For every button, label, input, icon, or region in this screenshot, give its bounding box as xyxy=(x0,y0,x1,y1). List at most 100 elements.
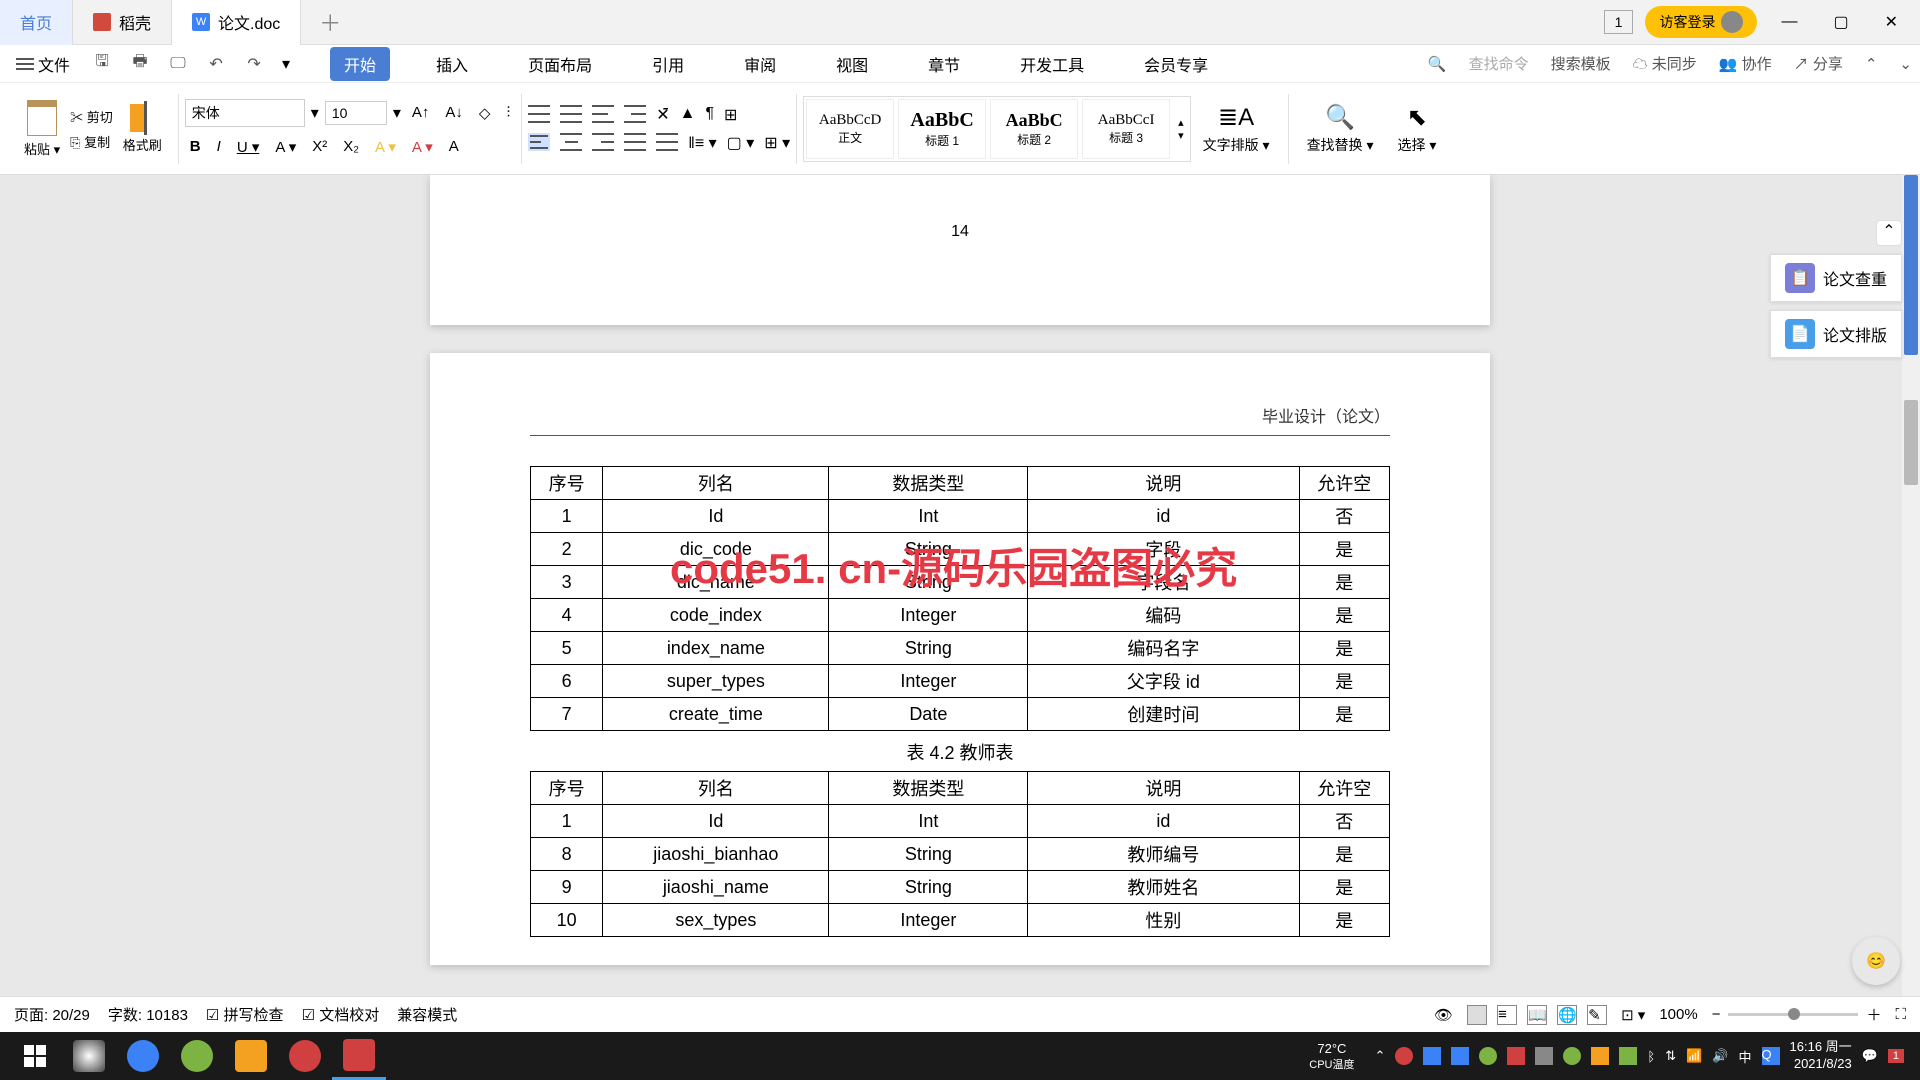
marker-button[interactable]: ▲ xyxy=(680,105,696,125)
cut-button[interactable]: ✂ 剪切 xyxy=(70,107,113,126)
search-command[interactable]: 查找命令 xyxy=(1469,53,1529,74)
align-left-button[interactable] xyxy=(528,133,550,151)
panel-collapse-button[interactable]: ⌃ xyxy=(1876,220,1902,246)
font-color-button[interactable]: A ▾ xyxy=(407,135,438,159)
select-button[interactable]: ⬉ 选择 ▾ xyxy=(1385,103,1448,155)
paragraph-mark-button[interactable]: ¶ xyxy=(705,105,714,125)
format-dropdown[interactable]: ⫶ xyxy=(501,101,515,124)
sync-button[interactable]: ☁ 未同步 xyxy=(1633,53,1697,74)
paste-button[interactable]: 粘贴 ▾ xyxy=(24,100,60,158)
bluetooth-icon[interactable]: ᛒ xyxy=(1647,1049,1655,1064)
tray-icon-6[interactable] xyxy=(1535,1047,1553,1065)
decrease-indent-button[interactable] xyxy=(592,105,614,123)
eye-icon[interactable]: 👁 xyxy=(1434,1006,1453,1024)
tray-icon-4[interactable] xyxy=(1479,1047,1497,1065)
table-2[interactable]: 序号 列名 数据类型 说明 允许空 1IdIntid否 8jiaoshi_bia… xyxy=(530,771,1390,937)
shading-button[interactable]: ▢ ▾ xyxy=(727,133,755,153)
text-layout-button[interactable]: ≣A 文字排版 ▾ xyxy=(1191,103,1282,155)
subscript-button[interactable]: X₂ xyxy=(338,135,364,158)
clock[interactable]: 16:16 周一 2021/8/23 xyxy=(1790,1039,1852,1073)
file-menu-button[interactable]: 文件 xyxy=(8,48,78,80)
ribbon-collapse-up[interactable]: ⌃ xyxy=(1865,55,1878,73)
tray-icon-2[interactable] xyxy=(1423,1047,1441,1065)
align-right-button[interactable] xyxy=(592,133,614,151)
tab-docer[interactable]: 稻壳 xyxy=(73,0,172,45)
tray-up-icon[interactable]: ⌃ xyxy=(1375,1048,1386,1064)
copy-button[interactable]: ⎘ 复制 xyxy=(70,132,113,151)
border-button[interactable]: ⊞ ▾ xyxy=(764,133,790,153)
table-button[interactable]: ⊞ xyxy=(724,105,737,125)
tray-icon-1[interactable] xyxy=(1395,1047,1413,1065)
styles-gallery[interactable]: AaBbCcD 正文 AaBbC 标题 1 AaBbC 标题 2 AaBbCcI… xyxy=(803,96,1191,162)
notification-icon[interactable]: 💬 xyxy=(1862,1048,1878,1064)
undo-icon[interactable]: ↶ xyxy=(206,54,226,74)
redo-icon[interactable]: ↷ xyxy=(244,54,264,74)
login-button[interactable]: 访客登录 xyxy=(1645,6,1757,38)
wifi-icon[interactable]: 📶 xyxy=(1686,1048,1702,1064)
task-cortana[interactable] xyxy=(62,1032,116,1080)
collab-button[interactable]: 👥 协作 xyxy=(1719,53,1772,74)
menu-tab-start[interactable]: 开始 xyxy=(330,47,390,81)
font-size-select[interactable]: 10 xyxy=(325,101,387,125)
font-name-select[interactable]: 宋体 xyxy=(185,99,305,127)
char-shading-button[interactable]: A xyxy=(444,135,464,158)
strikethrough-button[interactable]: A ▾ xyxy=(270,135,301,159)
view-read-button[interactable]: 📖 xyxy=(1527,1005,1547,1025)
menu-tab-reference[interactable]: 引用 xyxy=(638,47,698,81)
highlight-button[interactable]: A ▾ xyxy=(370,135,401,159)
ime-icon[interactable]: 中 xyxy=(1739,1047,1752,1066)
task-app1[interactable] xyxy=(278,1032,332,1080)
print-preview-icon[interactable]: 🖵 xyxy=(168,54,188,74)
style-normal[interactable]: AaBbCcD 正文 xyxy=(806,99,894,159)
share-button[interactable]: ↗ 分享 xyxy=(1794,53,1843,74)
tab-add-button[interactable]: ＋ xyxy=(301,6,359,38)
format-brush-button[interactable]: 格式刷 xyxy=(123,104,162,154)
tray-icon-7[interactable] xyxy=(1563,1047,1581,1065)
close-button[interactable]: ✕ xyxy=(1873,4,1910,40)
number-list-button[interactable] xyxy=(560,105,582,123)
ribbon-collapse-down[interactable]: ⌄ xyxy=(1899,55,1912,73)
style-heading2[interactable]: AaBbC 标题 2 xyxy=(990,99,1078,159)
italic-button[interactable]: I xyxy=(212,135,226,158)
page-indicator[interactable]: 页面: 20/29 xyxy=(14,1004,90,1025)
decrease-font-button[interactable]: A↓ xyxy=(440,101,468,124)
one-badge[interactable]: 1 xyxy=(1604,10,1634,34)
zoom-in-button[interactable]: ＋ xyxy=(1866,1004,1881,1025)
view-web-button[interactable]: 🌐 xyxy=(1557,1005,1577,1025)
table-1[interactable]: 序号 列名 数据类型 说明 允许空 1IdIntid否 2dic_codeStr… xyxy=(530,466,1390,731)
align-justify-button[interactable] xyxy=(624,133,646,151)
tray-icon-9[interactable] xyxy=(1619,1047,1637,1065)
tray-icon-8[interactable] xyxy=(1591,1047,1609,1065)
task-explorer[interactable] xyxy=(224,1032,278,1080)
document-area[interactable]: 14 毕业设计（论文） 序号 列名 数据类型 说明 允许空 1IdIntid否 … xyxy=(0,175,1920,1037)
qat-dropdown[interactable]: ▾ xyxy=(282,54,290,74)
increase-indent-button[interactable] xyxy=(624,105,646,123)
align-distribute-button[interactable] xyxy=(656,133,678,151)
menu-tab-review[interactable]: 审阅 xyxy=(730,47,790,81)
tray-icon-3[interactable] xyxy=(1451,1047,1469,1065)
ruler-button[interactable]: ⊡ ▾ xyxy=(1621,1006,1645,1024)
minimize-button[interactable]: — xyxy=(1769,5,1809,39)
line-spacing-button[interactable]: ‖≡ ▾ xyxy=(688,133,716,153)
zoom-slider[interactable]: − ＋ xyxy=(1712,1004,1882,1025)
underline-button[interactable]: U ▾ xyxy=(232,135,265,159)
menu-tab-chapter[interactable]: 章节 xyxy=(914,47,974,81)
align-center-button[interactable] xyxy=(560,133,582,151)
task-ie[interactable] xyxy=(116,1032,170,1080)
save-icon[interactable]: 🖫 xyxy=(92,54,112,74)
bullet-list-button[interactable] xyxy=(528,105,550,123)
network-icon[interactable]: ⇅ xyxy=(1665,1048,1676,1064)
search-template[interactable]: 搜索模板 xyxy=(1551,53,1611,74)
task-wps[interactable] xyxy=(332,1032,386,1080)
tray-search-icon[interactable]: Q xyxy=(1762,1047,1780,1065)
view-edit-button[interactable]: ✎ xyxy=(1587,1005,1607,1025)
bold-button[interactable]: B xyxy=(185,135,206,158)
increase-font-button[interactable]: A↑ xyxy=(407,101,435,124)
doc-check-button[interactable]: ☑ 文档校对 xyxy=(302,1004,380,1025)
maximize-button[interactable]: ▢ xyxy=(1821,4,1860,40)
zoom-level[interactable]: 100% xyxy=(1659,1006,1697,1023)
view-outline-button[interactable]: ≡ xyxy=(1497,1005,1517,1025)
paper-check-button[interactable]: 📋 论文查重 xyxy=(1770,254,1902,302)
paper-layout-button[interactable]: 📄 论文排版 xyxy=(1770,310,1902,358)
assistant-button[interactable]: 😊 xyxy=(1852,937,1900,985)
